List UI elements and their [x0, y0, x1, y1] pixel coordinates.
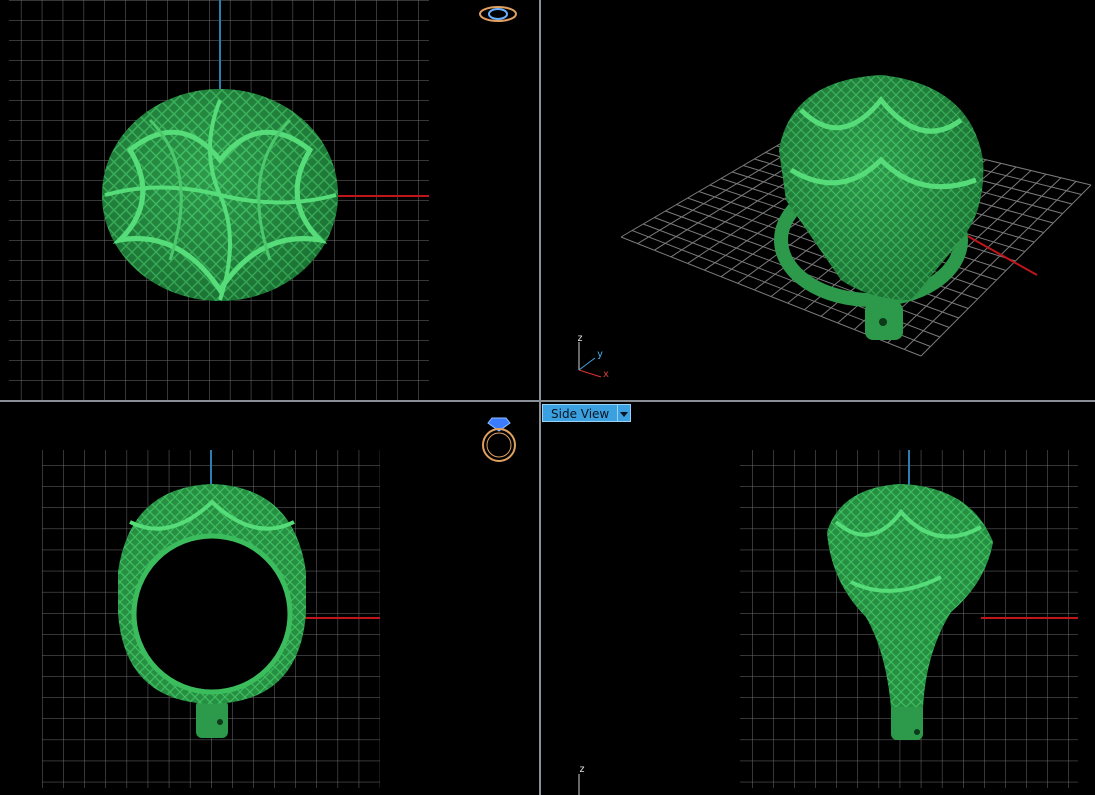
- viewport-side-canvas: [578, 450, 1078, 795]
- axis-z-label-side: z: [579, 764, 586, 775]
- dropdown-arrow-icon[interactable]: [618, 404, 632, 422]
- viewport-front-canvas: [42, 450, 380, 788]
- viewport-perspective[interactable]: z y x: [541, 0, 1095, 400]
- viewport-top[interactable]: [0, 0, 539, 400]
- ring-model-top[interactable]: [102, 89, 338, 301]
- axis-y-label: y: [597, 349, 604, 360]
- axis-z-label: z: [577, 333, 584, 344]
- ring-model-perspective[interactable]: [774, 75, 984, 340]
- viewport-perspective-canvas: [578, 75, 1092, 378]
- viewport-front[interactable]: [0, 402, 539, 795]
- ring-front-view-icon[interactable]: [478, 412, 520, 464]
- axis-x-label: x: [603, 369, 610, 380]
- view-selector-label[interactable]: Side View: [542, 404, 619, 422]
- viewport-side[interactable]: z: [541, 402, 1095, 795]
- view-selector[interactable]: Side View: [542, 404, 632, 422]
- ring-top-view-icon[interactable]: [478, 4, 518, 24]
- viewport-top-canvas: [9, 0, 429, 400]
